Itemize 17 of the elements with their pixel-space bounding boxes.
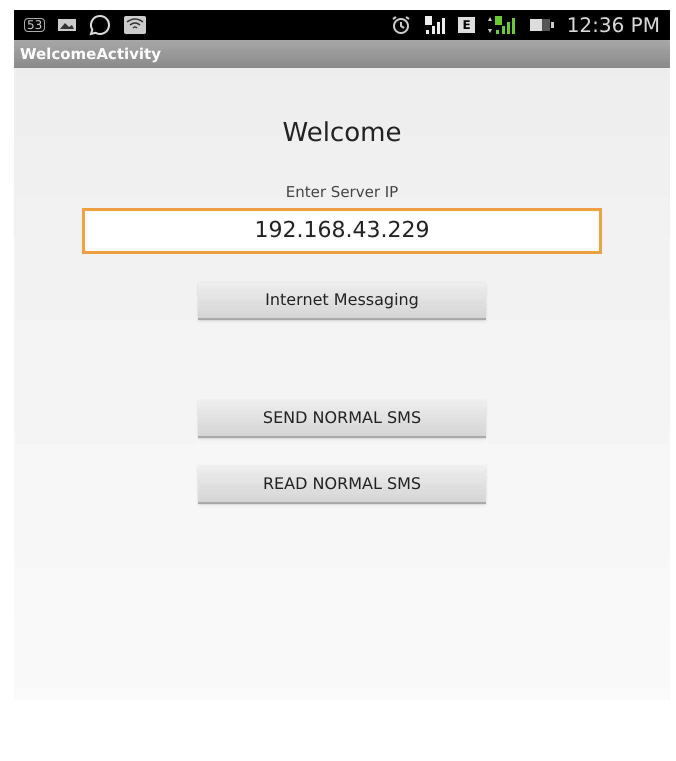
- battery-icon: [528, 18, 555, 32]
- notification-count: 53: [24, 18, 46, 32]
- network-type-badge: E: [458, 17, 475, 33]
- image-icon: [57, 17, 78, 33]
- action-button[interactable]: SEND NORMAL SMS: [198, 400, 486, 438]
- action-button[interactable]: Internet Messaging: [198, 282, 486, 320]
- alarm-clock-icon: [390, 15, 412, 35]
- activity-title: WelcomeActivity: [20, 44, 162, 65]
- signal-icon: [486, 15, 517, 35]
- action-button[interactable]: READ NORMAL SMS: [198, 466, 486, 504]
- wifi-icon: [123, 15, 148, 35]
- server-ip-label: Enter Server IP: [286, 182, 398, 203]
- server-ip-field[interactable]: 192.168.43.229: [82, 208, 602, 254]
- clock-time: 12:36 PM: [566, 12, 660, 39]
- welcome-heading: Welcome: [282, 117, 402, 150]
- chat-bubble-icon: [89, 14, 112, 36]
- signal-icon: [424, 15, 446, 35]
